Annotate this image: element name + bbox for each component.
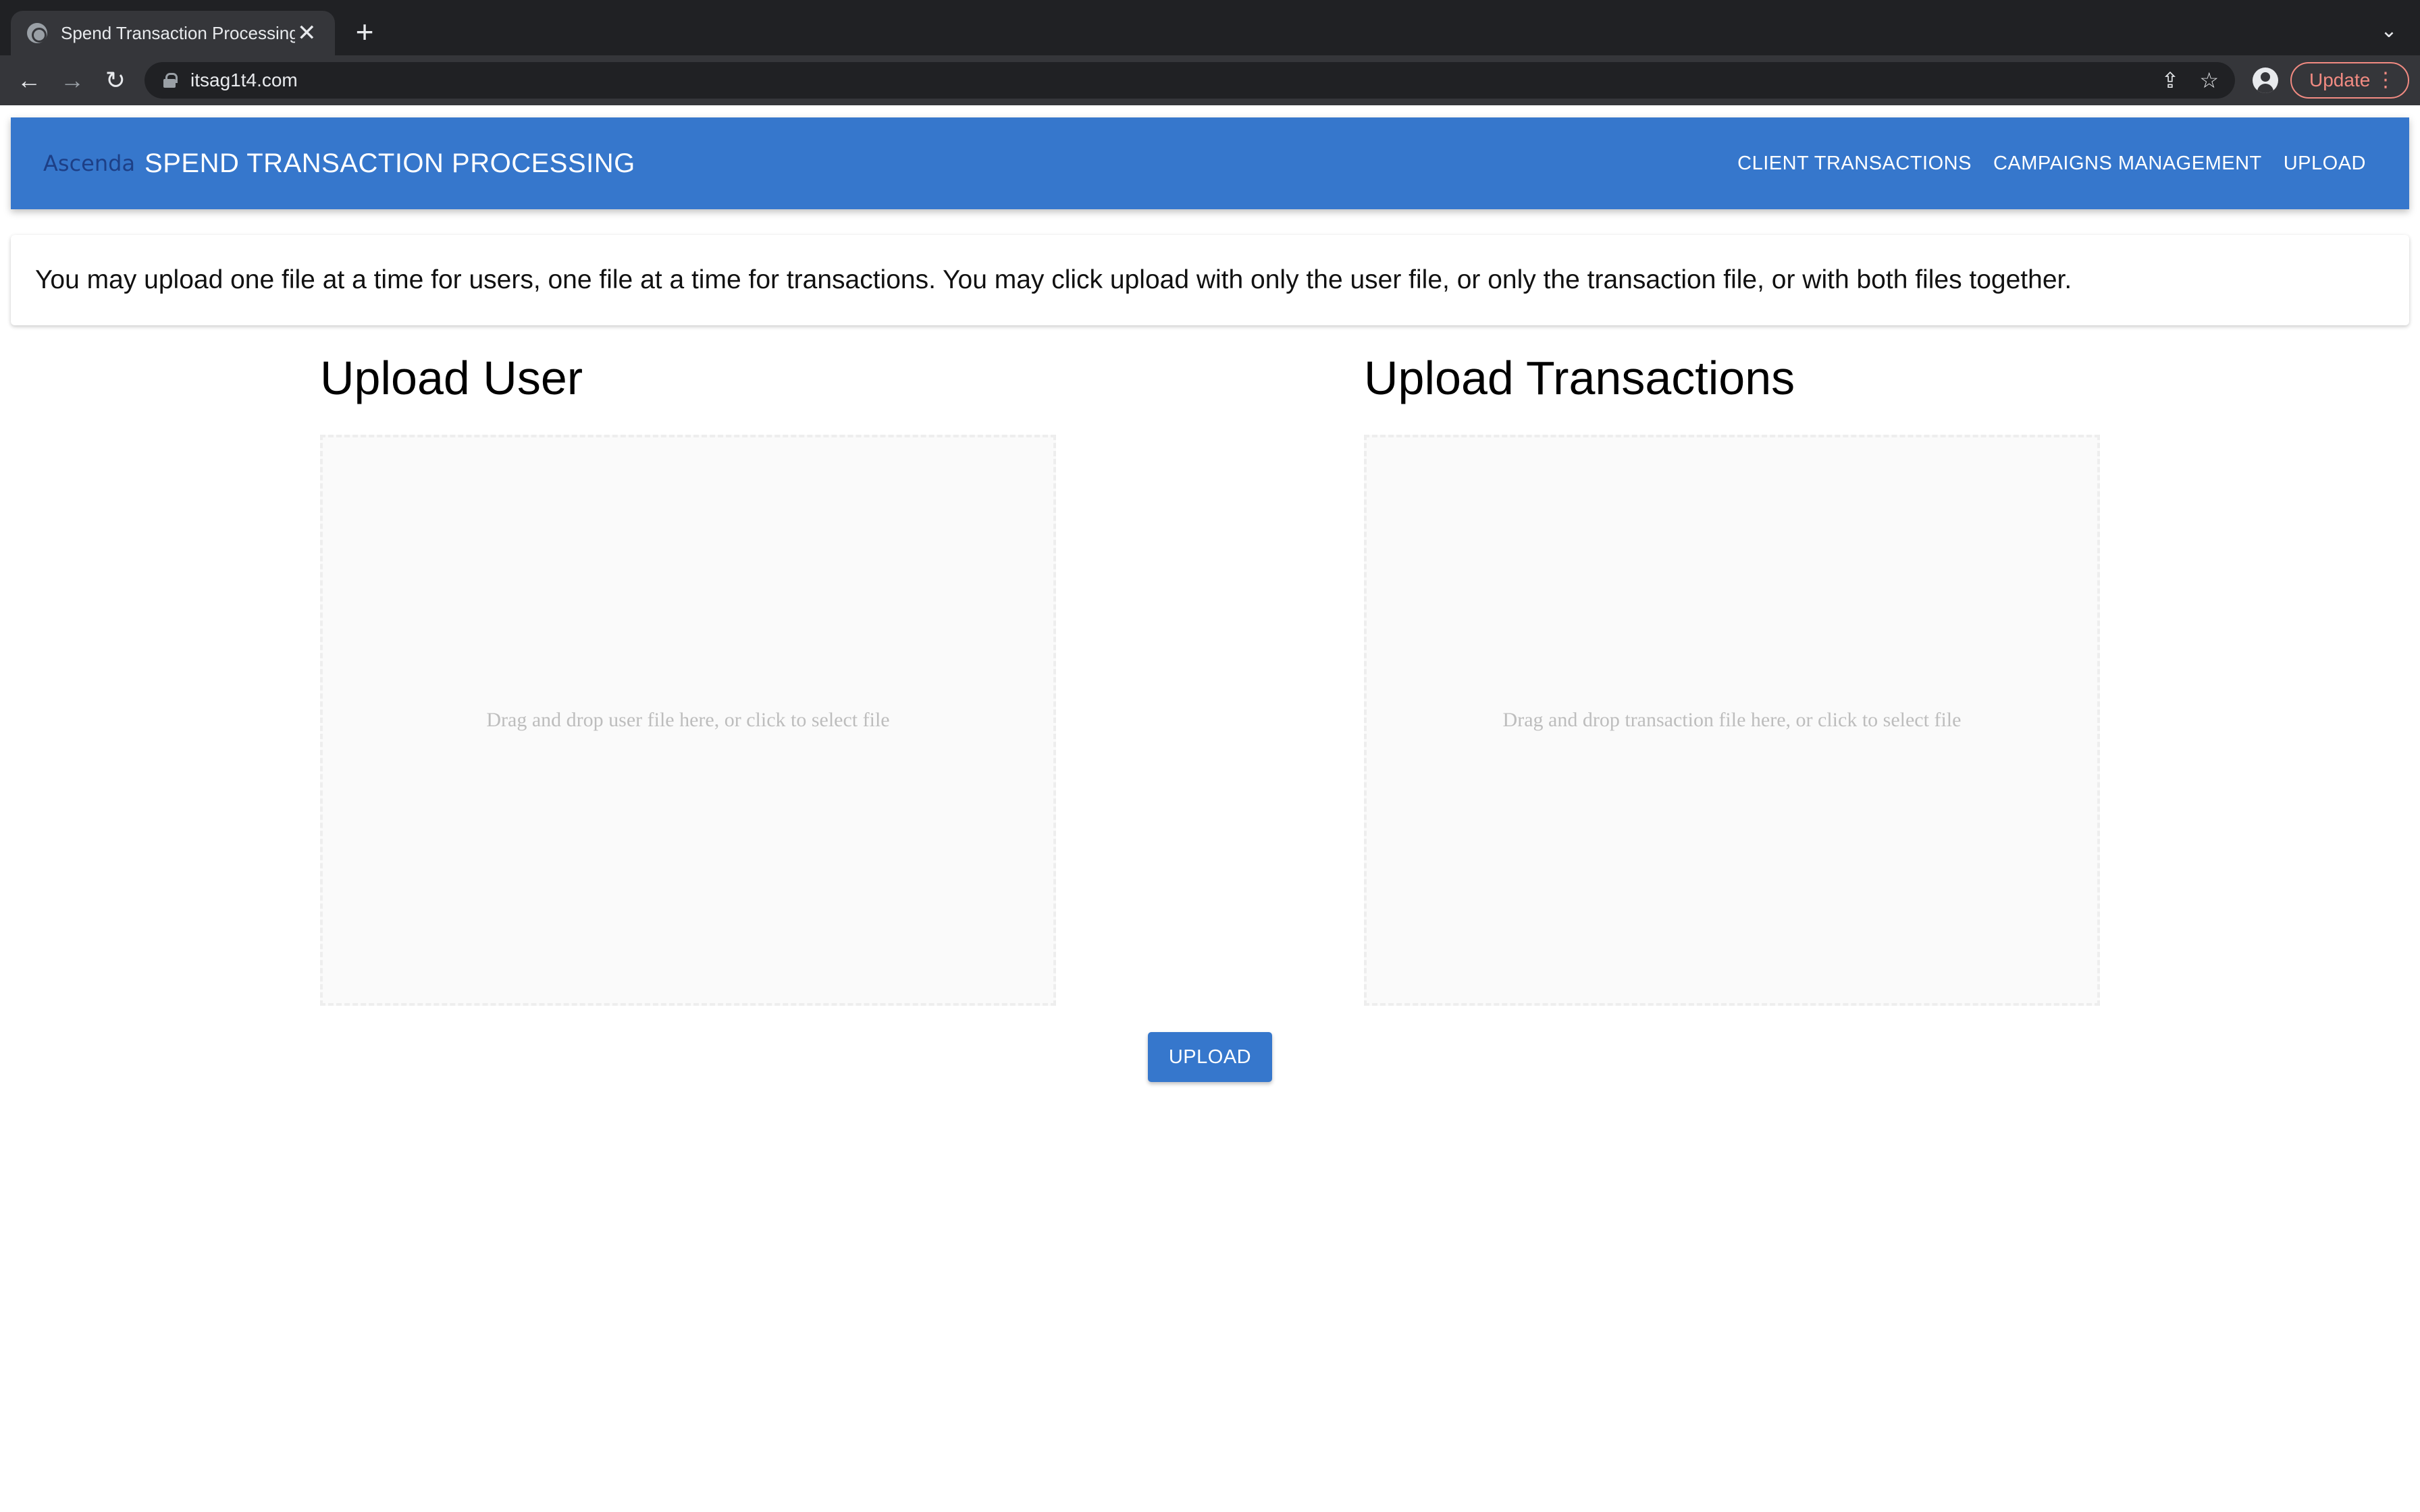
transaction-dropzone-text: Drag and drop transaction file here, or … [1502, 709, 1962, 731]
app-title[interactable]: SPEND TRANSACTION PROCESSING [144, 148, 635, 179]
browser-tab[interactable]: Spend Transaction Processing ✕ [11, 11, 335, 55]
upload-user-title: Upload User [320, 352, 583, 404]
star-icon[interactable]: ☆ [2199, 68, 2219, 93]
browser-tabstrip: Spend Transaction Processing ✕ + ⌄ [0, 0, 2420, 55]
profile-icon[interactable] [2253, 68, 2278, 93]
nav-upload[interactable]: UPLOAD [2284, 153, 2366, 175]
info-text: You may upload one file at a time for us… [35, 265, 2072, 294]
upload-transactions-title: Upload Transactions [1364, 352, 1795, 404]
user-dropzone-text: Drag and drop user file here, or click t… [486, 709, 890, 731]
upload-transactions-section: Upload Transactions Drag and drop transa… [1364, 344, 2100, 1006]
app-header: Ascenda SPEND TRANSACTION PROCESSING CLI… [11, 117, 2409, 209]
plus-icon[interactable]: + [348, 16, 381, 49]
share-icon[interactable]: ⇪ [2161, 68, 2180, 93]
nav-campaigns-management[interactable]: CAMPAIGNS MANAGEMENT [1993, 153, 2262, 175]
arrow-left-icon[interactable]: ← [14, 65, 45, 96]
user-file-dropzone[interactable]: Drag and drop user file here, or click t… [320, 435, 1056, 1006]
transaction-file-dropzone[interactable]: Drag and drop transaction file here, or … [1364, 435, 2100, 1006]
address-bar[interactable]: itsag1t4.com ⇪ ☆ [144, 62, 2235, 99]
kebab-menu-icon[interactable]: ⋮ [2375, 69, 2396, 92]
omnibox-actions: ⇪ ☆ [2161, 68, 2219, 93]
brand-logo[interactable]: Ascenda [43, 151, 135, 176]
update-button[interactable]: Update ⋮ [2290, 62, 2409, 99]
nav-client-transactions[interactable]: CLIENT TRANSACTIONS [1737, 153, 1972, 175]
tab-title: Spend Transaction Processing [61, 22, 295, 43]
chevron-down-icon[interactable]: ⌄ [2375, 18, 2402, 45]
arrow-right-icon[interactable]: → [57, 65, 88, 96]
reload-icon[interactable]: ↻ [100, 65, 131, 96]
globe-icon [27, 23, 47, 43]
update-label: Update [2309, 70, 2371, 90]
close-icon[interactable]: ✕ [295, 22, 319, 45]
lock-icon[interactable] [163, 73, 178, 88]
info-card: You may upload one file at a time for us… [11, 235, 2409, 325]
upload-user-section: Upload User Drag and drop user file here… [320, 344, 1056, 1006]
url-text[interactable]: itsag1t4.com [190, 70, 298, 91]
browser-toolbar: ← → ↻ itsag1t4.com ⇪ ☆ Update ⋮ [0, 55, 2420, 105]
upload-button[interactable]: UPLOAD [1148, 1032, 1272, 1082]
main-nav: CLIENT TRANSACTIONS CAMPAIGNS MANAGEMENT… [1737, 117, 2366, 209]
